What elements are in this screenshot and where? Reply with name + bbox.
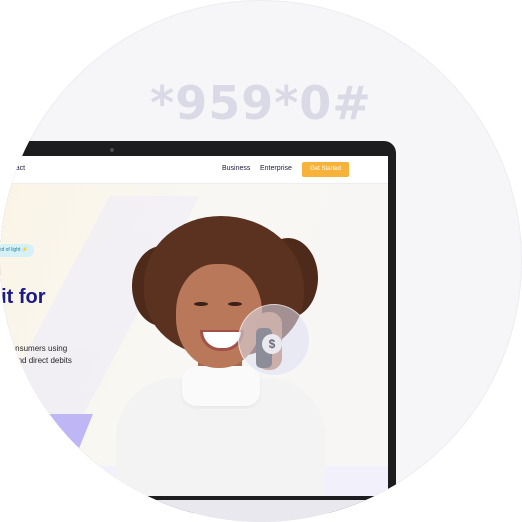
nav-business-link[interactable]: Business (222, 165, 250, 172)
nav-contact-link[interactable]: ontact (6, 165, 25, 172)
website-screen: ontact Business Enterprise Get Started t… (0, 156, 388, 496)
hero-subtext-line2: ecisions and direct debits (0, 356, 72, 365)
dollar-icon: $ (262, 334, 282, 354)
nav-enterprise-link[interactable]: Enterprise (260, 165, 292, 172)
hero-person-image: $ (108, 216, 338, 496)
eye-shape (228, 302, 242, 306)
hero-pill-badge: than speed of light ⚡ (0, 244, 34, 257)
hero-subtext-line1: edit for consumers using (0, 344, 68, 353)
turtleneck-collar (182, 366, 260, 406)
laptop-base (0, 500, 400, 522)
laptop-frame: ontact Business Enterprise Get Started t… (0, 141, 396, 513)
eye-shape (194, 302, 208, 306)
get-started-button[interactable]: Get Started (302, 162, 349, 177)
camera-icon (110, 148, 114, 152)
ussd-code: *959*0# (150, 76, 372, 130)
site-navbar: ontact Business Enterprise Get Started (0, 156, 388, 184)
hero-headline-line2: redit for (0, 286, 46, 308)
promo-circle: *959*0# ontact Business Enterprise Get S… (0, 0, 522, 522)
